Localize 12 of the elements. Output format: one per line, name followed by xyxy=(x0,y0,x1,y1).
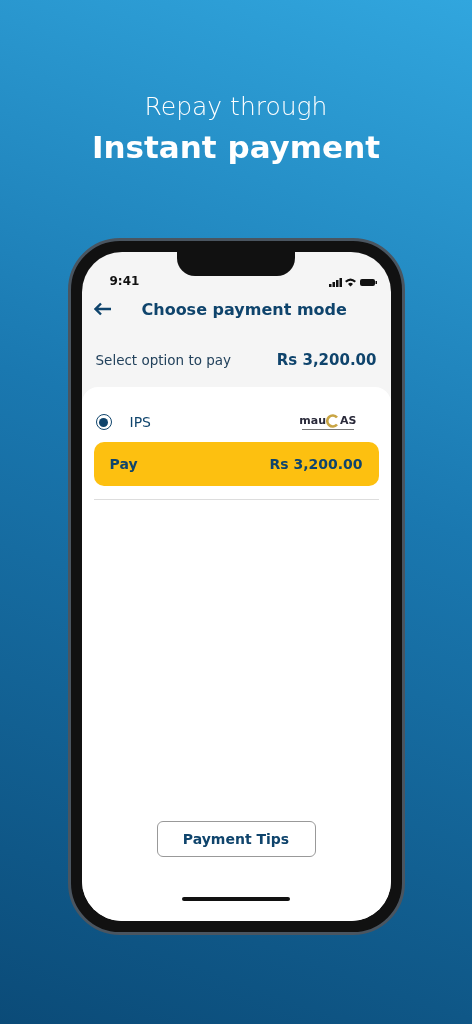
option-name: IPS xyxy=(129,414,152,430)
page-title: Choose payment mode xyxy=(141,299,347,319)
status-icons xyxy=(328,277,377,288)
payment-tips-button[interactable]: Payment Tips xyxy=(156,821,316,857)
summary-label: Select option to pay xyxy=(95,352,232,368)
provider-logo: mau AS xyxy=(299,413,357,431)
pay-button[interactable]: Pay Rs 3,200.00 xyxy=(93,442,379,486)
headline-text: Repay through xyxy=(144,91,328,123)
status-time: 9:41 xyxy=(109,274,140,288)
back-arrow-icon[interactable] xyxy=(93,302,112,316)
headline-title: Instant payment xyxy=(91,128,381,167)
summary-amount: Rs 3,200.00 xyxy=(276,351,377,369)
